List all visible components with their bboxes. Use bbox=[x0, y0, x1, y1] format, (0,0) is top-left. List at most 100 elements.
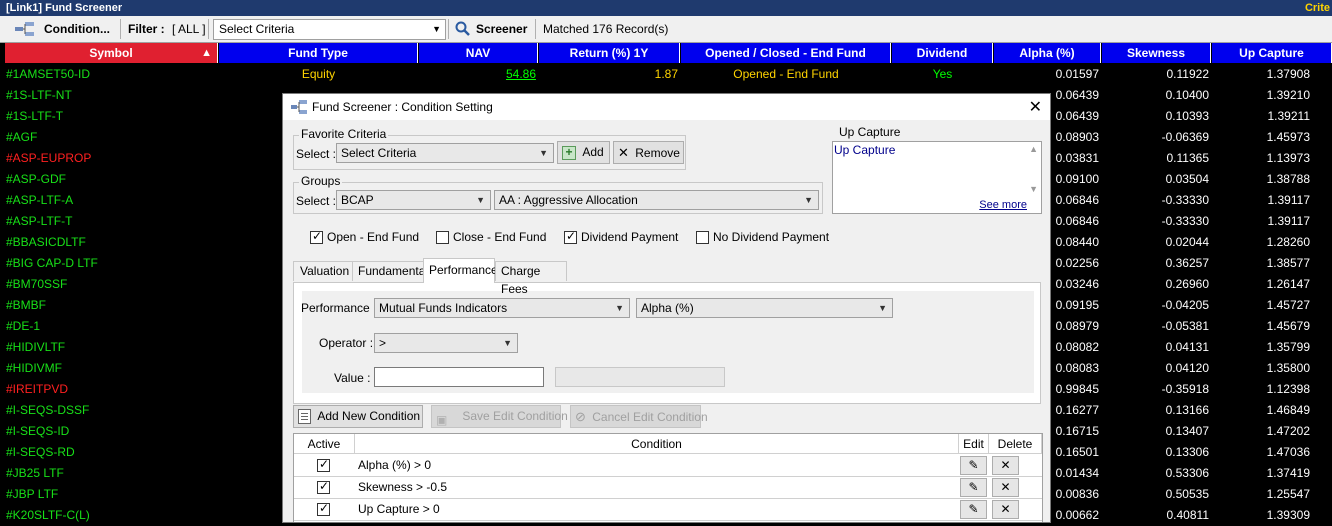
skewness-cell: 0.04131 bbox=[1165, 340, 1209, 354]
delete-button[interactable]: ✕ bbox=[992, 500, 1019, 519]
chevron-down-icon: ▼ bbox=[476, 195, 485, 205]
skewness-cell: 0.04120 bbox=[1165, 361, 1209, 375]
filter-value[interactable]: [ ALL ] bbox=[172, 16, 206, 42]
dividend-cell: Yes bbox=[932, 67, 953, 81]
dialog-title-bar: Fund Screener : Condition Setting ✕ bbox=[283, 94, 1050, 120]
condition-row[interactable]: ✓ Up Capture > 0 ✎ ✕ bbox=[294, 499, 1042, 521]
criteria-select-value: Select Criteria bbox=[219, 22, 295, 36]
up-capture-cell: 1.25547 bbox=[1266, 487, 1310, 501]
symbol-cell: #BM70SSF bbox=[6, 277, 68, 291]
checkmark-icon: ✓ bbox=[319, 457, 330, 471]
table-row[interactable]: #1AMSET50-ID Equity 54.86 1.87 Opened - … bbox=[0, 64, 1332, 85]
groups-legend: Groups bbox=[299, 174, 343, 188]
skewness-cell: 0.13306 bbox=[1165, 445, 1209, 459]
add-new-condition-button[interactable]: Add New Condition bbox=[293, 405, 423, 428]
group-subtype-select[interactable]: AA : Aggressive Allocation ▼ bbox=[494, 190, 819, 210]
favorite-select-label: Select : bbox=[296, 147, 337, 161]
value-input-secondary bbox=[555, 367, 725, 387]
edit-button[interactable]: ✎ bbox=[960, 478, 987, 497]
condition-row[interactable]: ✓ Alpha (%) > 0 ✎ ✕ bbox=[294, 455, 1042, 477]
favorite-criteria-legend: Favorite Criteria bbox=[299, 127, 389, 141]
close-icon: ✕ bbox=[618, 145, 629, 160]
column-header-nav[interactable]: NAV bbox=[419, 43, 538, 63]
symbol-cell: #JB25 LTF bbox=[6, 466, 64, 480]
chevron-down-icon: ▼ bbox=[878, 303, 887, 313]
operator-select[interactable]: > ▼ bbox=[374, 333, 518, 353]
remove-favorite-button[interactable]: ✕ Remove bbox=[613, 141, 684, 164]
up-capture-cell: 1.38577 bbox=[1266, 256, 1310, 270]
up-capture-cell: 1.39211 bbox=[1267, 109, 1311, 123]
save-edit-condition-button[interactable]: ▣ Save Edit Condition bbox=[431, 405, 568, 428]
column-header-alpha[interactable]: Alpha (%) bbox=[994, 43, 1101, 63]
up-capture-cell: 1.39210 bbox=[1266, 88, 1310, 102]
active-checkbox[interactable]: ✓ bbox=[317, 479, 330, 494]
header-delete: Delete bbox=[989, 434, 1042, 454]
sort-asc-icon: ▲ bbox=[201, 47, 212, 59]
alpha-cell: 0.01597 bbox=[1055, 67, 1099, 81]
chevron-down-icon: ▼ bbox=[804, 195, 813, 205]
checkmark-icon: ✓ bbox=[312, 229, 323, 243]
close-icon[interactable]: ✕ bbox=[1029, 97, 1042, 117]
skewness-cell: -0.33330 bbox=[1161, 193, 1209, 207]
pencil-icon: ✎ bbox=[968, 502, 979, 516]
value-input[interactable] bbox=[374, 367, 544, 387]
column-header-return[interactable]: Return (%) 1Y bbox=[539, 43, 680, 63]
symbol-cell: #ASP-LTF-T bbox=[6, 214, 73, 228]
cancel-edit-condition-button[interactable]: ⊘ Cancel Edit Condition bbox=[570, 405, 708, 428]
matched-records: Matched 176 Record(s) bbox=[543, 22, 669, 36]
edit-button[interactable]: ✎ bbox=[960, 456, 987, 475]
performance-category-select[interactable]: Mutual Funds Indicators ▼ bbox=[374, 298, 630, 318]
column-header-fund-type[interactable]: Fund Type bbox=[219, 43, 418, 63]
up-capture-cell: 1.45679 bbox=[1266, 319, 1310, 333]
condition-row[interactable]: ✓ Skewness > -0.5 ✎ ✕ bbox=[294, 477, 1042, 499]
up-capture-cell: 1.46849 bbox=[1266, 403, 1310, 417]
column-header-symbol[interactable]: Symbol ▲ bbox=[5, 43, 218, 63]
up-capture-cell: 1.39117 bbox=[1267, 193, 1311, 207]
open-end-fund-checkbox[interactable]: ✓ bbox=[310, 229, 323, 244]
nav-link[interactable]: 54.86 bbox=[419, 64, 538, 85]
symbol-cell: #HIDIVLTF bbox=[6, 340, 66, 354]
active-checkbox[interactable]: ✓ bbox=[317, 501, 330, 516]
tab-fundamental[interactable]: Fundamental bbox=[352, 261, 428, 281]
up-capture-cell: 1.26147 bbox=[1266, 277, 1310, 291]
no-dividend-payment-checkbox[interactable] bbox=[696, 231, 709, 244]
header-condition: Condition bbox=[355, 434, 959, 454]
delete-button[interactable]: ✕ bbox=[992, 478, 1019, 497]
header-active: Active bbox=[294, 434, 355, 454]
window-title-bar: [Link1] Fund Screener Crite bbox=[0, 0, 1332, 16]
up-capture-cell: 1.47202 bbox=[1266, 424, 1310, 438]
close-end-fund-checkbox[interactable] bbox=[436, 231, 449, 244]
toolbar: Condition... Filter : [ ALL ] Select Cri… bbox=[0, 16, 1332, 43]
dividend-payment-label: Dividend Payment bbox=[581, 230, 679, 244]
performance-indicator-select[interactable]: Alpha (%) ▼ bbox=[636, 298, 893, 318]
scroll-down-icon[interactable]: ▼ bbox=[1029, 184, 1038, 194]
add-icon: + bbox=[562, 145, 576, 160]
symbol-cell: #HIDIVMF bbox=[6, 361, 63, 375]
column-header-skewness[interactable]: Skewness bbox=[1102, 43, 1211, 63]
operator-label: Operator : bbox=[319, 336, 374, 350]
column-header-dividend[interactable]: Dividend bbox=[892, 43, 993, 63]
up-capture-legend: Up Capture bbox=[839, 125, 901, 139]
close-icon: ✕ bbox=[1000, 502, 1011, 516]
symbol-cell: #ASP-LTF-A bbox=[6, 193, 74, 207]
edit-button[interactable]: ✎ bbox=[960, 500, 987, 519]
tab-performance[interactable]: Performance bbox=[423, 258, 498, 283]
column-header-open-close[interactable]: Opened / Closed - End Fund bbox=[681, 43, 891, 63]
condition-text: Alpha (%) > 0 bbox=[358, 458, 432, 472]
add-favorite-button[interactable]: + Add bbox=[557, 141, 610, 164]
search-icon bbox=[455, 21, 470, 36]
active-checkbox[interactable]: ✓ bbox=[317, 457, 330, 472]
skewness-cell: 0.36257 bbox=[1165, 256, 1209, 270]
column-header-up-capture[interactable]: Up Capture bbox=[1212, 43, 1332, 63]
see-more-link[interactable]: See more bbox=[979, 199, 1027, 211]
dividend-payment-checkbox[interactable]: ✓ bbox=[564, 229, 577, 244]
header-edit: Edit bbox=[959, 434, 989, 454]
favorite-criteria-select[interactable]: Select Criteria ▼ bbox=[336, 143, 554, 163]
scroll-up-icon[interactable]: ▲ bbox=[1029, 144, 1038, 154]
skewness-cell: 0.11365 bbox=[1166, 151, 1210, 165]
screener-button[interactable]: Screener bbox=[453, 16, 533, 42]
tab-charge-fees[interactable]: Charge Fees bbox=[495, 261, 567, 296]
criteria-select[interactable]: Select Criteria ▼ bbox=[213, 19, 446, 40]
delete-button[interactable]: ✕ bbox=[992, 456, 1019, 475]
groups-select[interactable]: BCAP ▼ bbox=[336, 190, 491, 210]
